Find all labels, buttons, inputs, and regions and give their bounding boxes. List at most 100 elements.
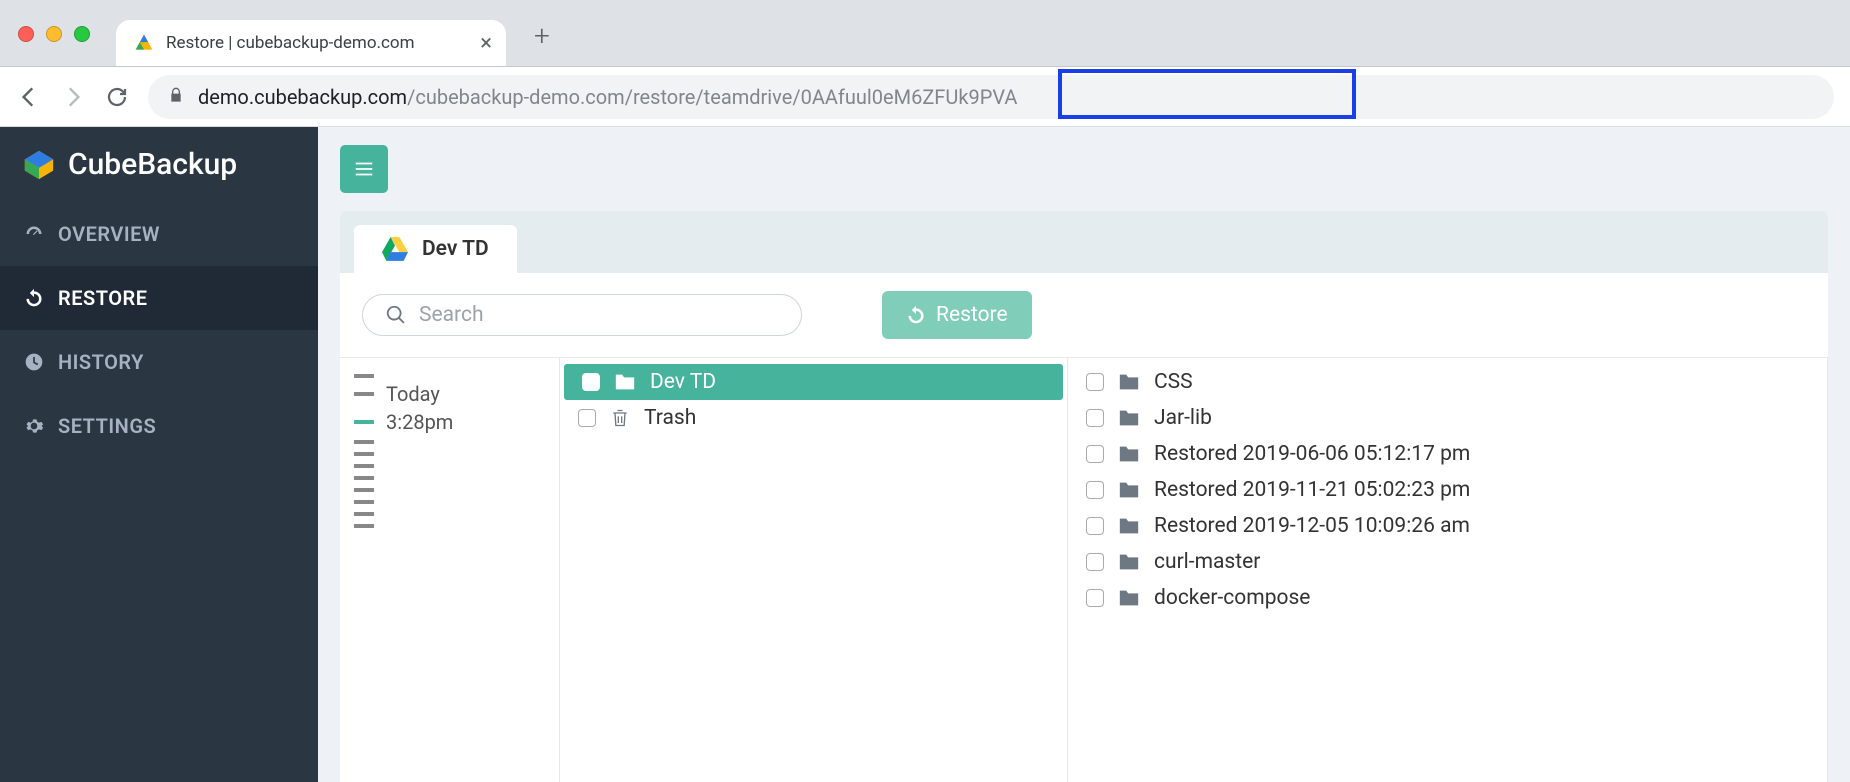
timeline-tick [354, 488, 374, 492]
search-icon [385, 304, 407, 326]
folder-row[interactable]: Restored 2019-12-05 10:09:26 am [1068, 508, 1827, 544]
folder-column-2: CSS Jar-lib Restored 2019-06-06 05:12:17… [1068, 358, 1828, 782]
sidebar-item-label: SETTINGS [58, 414, 156, 438]
tab-label: Dev TD [422, 237, 489, 261]
new-tab-button[interactable]: + [534, 19, 550, 66]
lock-icon [168, 85, 184, 109]
brand-logo-icon [22, 148, 56, 182]
folder-icon [1118, 588, 1140, 608]
url-highlight-annotation [1058, 69, 1356, 119]
timeline-tick [354, 392, 374, 396]
timeline-tick [354, 374, 374, 378]
sidebar-item-label: RESTORE [58, 286, 148, 310]
folder-row[interactable]: Restored 2019-06-06 05:12:17 pm [1068, 436, 1827, 472]
gear-icon [24, 416, 44, 436]
search-field[interactable] [362, 294, 802, 336]
browser-tab-strip: Restore | cubebackup-demo.com × + [0, 0, 1850, 67]
checkbox[interactable] [1086, 445, 1104, 463]
timeline-day: Today [386, 382, 440, 406]
sidebar-item-restore[interactable]: RESTORE [0, 266, 318, 330]
restore-icon [906, 305, 926, 325]
sidebar: CubeBackup OVERVIEW RESTORE HISTORY SETT… [0, 127, 318, 782]
timeline-tick [354, 464, 374, 468]
folder-row[interactable]: Jar-lib [1068, 400, 1827, 436]
checkbox[interactable] [1086, 409, 1104, 427]
folder-label: Trash [644, 406, 696, 430]
checkbox[interactable] [578, 409, 596, 427]
timeline-tick [354, 500, 374, 504]
folder-row[interactable]: Dev TD [564, 364, 1063, 400]
checkbox[interactable] [582, 373, 600, 391]
folder-column-1: Dev TD Trash [560, 358, 1068, 782]
brand-label: CubeBackup [68, 147, 237, 182]
folder-icon [614, 372, 636, 392]
timeline-tick [354, 440, 374, 444]
window-close-button[interactable] [18, 26, 34, 42]
folder-label: CSS [1154, 370, 1193, 394]
sidebar-item-history[interactable]: HISTORY [0, 330, 318, 394]
folder-icon [1118, 552, 1140, 572]
folder-row[interactable]: Trash [560, 400, 1067, 436]
restore-button[interactable]: Restore [882, 291, 1032, 339]
folder-row[interactable]: curl-master [1068, 544, 1827, 580]
timeline-tick [354, 512, 374, 516]
drive-icon [382, 237, 408, 261]
folder-label: Dev TD [650, 370, 716, 394]
window-controls [0, 26, 108, 66]
trash-icon [610, 407, 630, 429]
checkbox[interactable] [1086, 589, 1104, 607]
timeline-tick-current[interactable] [354, 420, 374, 424]
folder-icon [1118, 516, 1140, 536]
search-input[interactable] [419, 303, 779, 327]
timeline-column: Today 3:28pm [340, 358, 560, 782]
timeline-tick [354, 452, 374, 456]
checkbox[interactable] [1086, 553, 1104, 571]
url-text: demo.cubebackup.com/cubebackup-demo.com/… [198, 85, 1017, 109]
folder-label: docker-compose [1154, 586, 1310, 610]
folder-icon [1118, 408, 1140, 428]
folder-row[interactable]: docker-compose [1068, 580, 1827, 616]
panel-tabs: Dev TD [340, 211, 1828, 273]
tab-favicon [134, 33, 154, 53]
toolbar: Restore [340, 273, 1828, 357]
folder-row[interactable]: Restored 2019-11-21 05:02:23 pm [1068, 472, 1827, 508]
back-button[interactable] [16, 84, 42, 110]
folder-icon [1118, 480, 1140, 500]
folder-label: Restored 2019-12-05 10:09:26 am [1154, 514, 1470, 538]
checkbox[interactable] [1086, 481, 1104, 499]
folder-label: curl-master [1154, 550, 1260, 574]
browser-columns: Today 3:28pm [340, 357, 1828, 782]
address-bar[interactable]: demo.cubebackup.com/cubebackup-demo.com/… [148, 75, 1834, 119]
folder-icon [1118, 372, 1140, 392]
folder-row[interactable]: CSS [1068, 364, 1827, 400]
sidebar-item-settings[interactable]: SETTINGS [0, 394, 318, 458]
checkbox[interactable] [1086, 373, 1104, 391]
timeline-tick [354, 524, 374, 528]
checkbox[interactable] [1086, 517, 1104, 535]
window-minimize-button[interactable] [46, 26, 62, 42]
restore-icon [24, 288, 44, 308]
sidebar-item-label: HISTORY [58, 350, 144, 374]
window-maximize-button[interactable] [74, 26, 90, 42]
folder-label: Restored 2019-06-06 05:12:17 pm [1154, 442, 1470, 466]
restore-button-label: Restore [936, 303, 1008, 327]
restore-panel: Dev TD Restore Today 3:28pm [340, 211, 1828, 782]
tab-dev-td[interactable]: Dev TD [354, 225, 517, 273]
menu-toggle-button[interactable] [340, 145, 388, 193]
sidebar-item-overview[interactable]: OVERVIEW [0, 202, 318, 266]
reload-button[interactable] [104, 84, 130, 110]
folder-icon [1118, 444, 1140, 464]
timeline-time: 3:28pm [386, 410, 453, 434]
brand: CubeBackup [0, 127, 318, 202]
history-icon [24, 352, 44, 372]
hamburger-icon [353, 158, 375, 180]
forward-button[interactable] [60, 84, 86, 110]
folder-label: Restored 2019-11-21 05:02:23 pm [1154, 478, 1470, 502]
browser-tab[interactable]: Restore | cubebackup-demo.com × [116, 20, 506, 66]
close-tab-icon[interactable]: × [480, 31, 492, 56]
browser-toolbar: demo.cubebackup.com/cubebackup-demo.com/… [0, 67, 1850, 127]
timeline-tick [354, 476, 374, 480]
main-content: Dev TD Restore Today 3:28pm [318, 127, 1850, 782]
sidebar-item-label: OVERVIEW [58, 222, 160, 246]
dashboard-icon [24, 224, 44, 244]
